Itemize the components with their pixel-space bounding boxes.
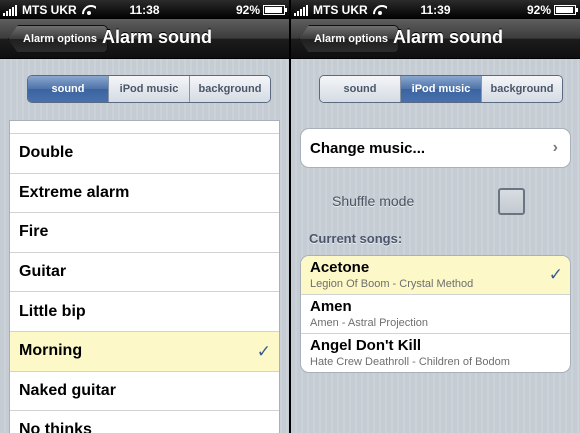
tab-ipod-music[interactable]: iPod music <box>109 76 190 102</box>
battery-percent: 92% <box>235 3 260 17</box>
segmented-control: sound iPod music background <box>319 75 563 103</box>
song-title: Angel Don't Kill <box>310 337 422 354</box>
change-music-label: Change music... <box>310 139 426 157</box>
battery-percent: 92% <box>526 3 551 17</box>
tab-ipod-music[interactable]: iPod music <box>401 76 482 102</box>
song-title: Amen <box>310 298 352 315</box>
status-bar: MTS UKR 11:38 92% <box>0 0 289 19</box>
list-item[interactable]: Naked guitar <box>10 372 279 412</box>
list-item[interactable]: Fire <box>10 213 279 253</box>
status-bar: MTS UKR 11:39 92% <box>291 0 580 19</box>
list-item[interactable]: Double <box>10 134 279 174</box>
tab-sound[interactable]: sound <box>28 76 109 102</box>
song-list: Acetone Legion Of Boom - Crystal Method … <box>300 255 571 373</box>
list-item-label: Naked guitar <box>19 381 116 399</box>
song-subtitle: Amen - Astral Projection <box>310 317 428 329</box>
battery-icon <box>554 5 578 15</box>
tab-background[interactable]: background <box>190 76 270 102</box>
list-item[interactable]: No thinks <box>10 411 279 433</box>
song-title: Acetone <box>310 259 370 276</box>
chevron-right-icon: › <box>552 139 558 156</box>
segmented-control: sound iPod music background <box>27 75 271 103</box>
current-songs-heading: Current songs: <box>309 231 403 246</box>
list-item-label: Double <box>19 144 74 162</box>
sound-list: Double Extreme alarm Fire Guitar Little … <box>9 120 280 433</box>
shuffle-mode-label: Shuffle mode <box>332 193 415 209</box>
list-item[interactable]: Guitar <box>10 253 279 293</box>
tab-background[interactable]: background <box>482 76 562 102</box>
checkmark-icon: ✓ <box>548 265 563 284</box>
list-item-label: Guitar <box>19 263 67 281</box>
nav-bar: Alarm options Alarm sound <box>0 19 289 59</box>
nav-bar: Alarm options Alarm sound <box>291 19 580 59</box>
song-row-selected[interactable]: Acetone Legion Of Boom - Crystal Method … <box>301 256 570 295</box>
list-item-selected[interactable]: Morning ✓ <box>10 331 279 372</box>
shuffle-mode-checkbox[interactable] <box>498 188 525 215</box>
back-button[interactable]: Alarm options <box>299 25 399 53</box>
song-subtitle: Hate Crew Deathroll - Children of Bodom <box>310 356 510 368</box>
list-item[interactable]: Extreme alarm <box>10 174 279 214</box>
list-item-label: Extreme alarm <box>19 183 130 201</box>
list-item-label: Little bip <box>19 302 86 320</box>
list-item-label: No thinks <box>19 421 92 433</box>
song-row[interactable]: Angel Don't Kill Hate Crew Deathroll - C… <box>301 334 570 372</box>
page-title: Alarm sound <box>102 27 213 47</box>
list-item-label: Morning <box>19 342 83 360</box>
list-item[interactable] <box>10 121 279 134</box>
tab-sound[interactable]: sound <box>320 76 401 102</box>
song-subtitle: Legion Of Boom - Crystal Method <box>310 278 474 290</box>
list-item-label: Fire <box>19 223 49 241</box>
checkmark-icon: ✓ <box>256 341 271 361</box>
page-title: Alarm sound <box>393 27 504 47</box>
back-button[interactable]: Alarm options <box>8 25 108 53</box>
change-music-button[interactable]: Change music... › <box>300 128 571 168</box>
left-screen: MTS UKR 11:38 92% Alarm options Alarm so… <box>0 0 289 433</box>
battery-icon <box>263 5 287 15</box>
right-screen: MTS UKR 11:39 92% Alarm options Alarm so… <box>291 0 580 433</box>
list-item[interactable]: Little bip <box>10 292 279 332</box>
song-row[interactable]: Amen Amen - Astral Projection <box>301 295 570 334</box>
